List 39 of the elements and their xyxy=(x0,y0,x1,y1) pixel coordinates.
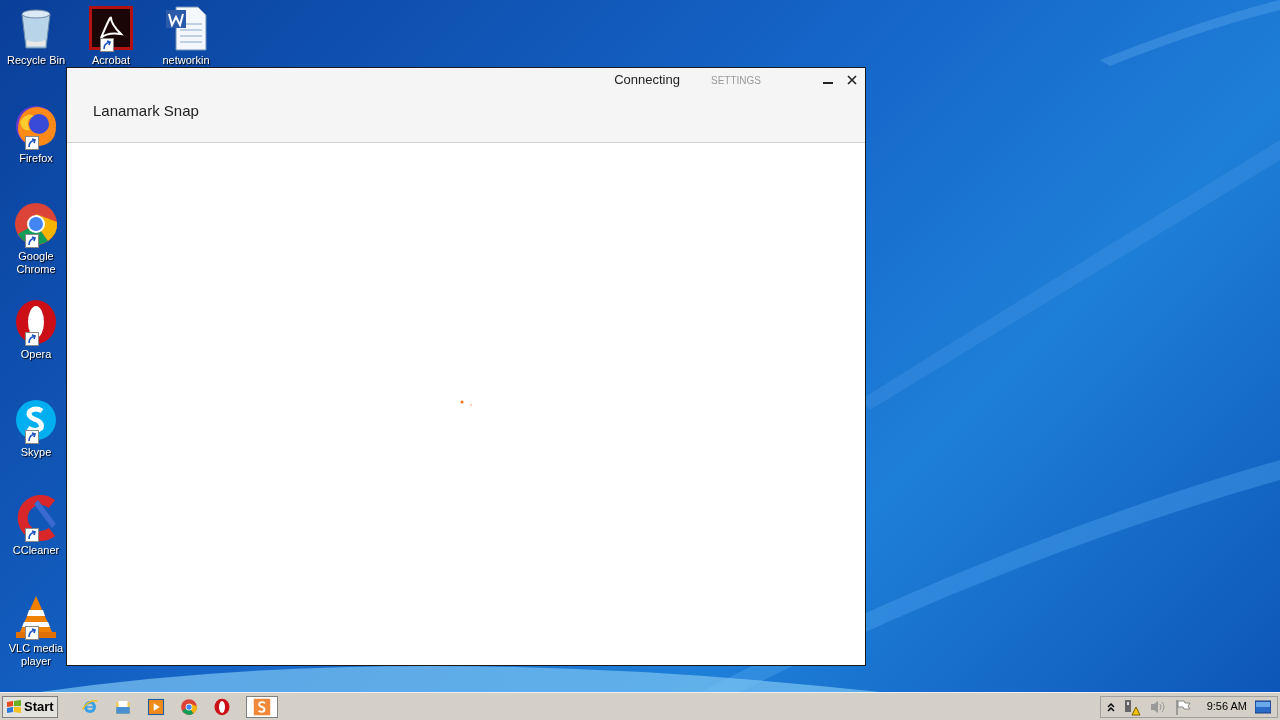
shortcut-arrow-icon xyxy=(25,234,39,248)
connection-status: Connecting xyxy=(614,71,680,90)
windows-logo-icon xyxy=(6,698,22,715)
icon-label: networkin xyxy=(161,54,211,67)
app-logo-icon xyxy=(146,697,165,716)
icon-label: Recycle Bin xyxy=(5,54,67,67)
taskbar-app-icon[interactable] xyxy=(178,696,199,717)
app-logo-icon xyxy=(179,697,198,716)
icon-label: Firefox xyxy=(18,152,54,165)
app-logo-icon xyxy=(87,4,135,52)
chevron-up-icon[interactable] xyxy=(1106,701,1115,712)
taskbar-app-icon[interactable] xyxy=(145,696,166,717)
icon-label: VLC media player xyxy=(7,642,65,668)
desktop-shortcut-icon[interactable] xyxy=(87,4,135,52)
start-button[interactable]: Start xyxy=(2,695,58,718)
show-desktop-icon[interactable] xyxy=(1255,699,1271,714)
network-warning-icon[interactable] xyxy=(1122,697,1141,716)
loading-spinner-icon xyxy=(460,400,474,408)
taskbar-window-button[interactable] xyxy=(245,695,278,718)
app-logo-icon xyxy=(80,697,99,716)
app-logo-icon xyxy=(252,697,271,716)
shortcut-arrow-icon xyxy=(25,528,39,542)
flag-icon[interactable] xyxy=(1174,698,1191,715)
clock[interactable]: 9:56 AM xyxy=(1206,698,1247,715)
shortcut-arrow-icon xyxy=(25,626,39,640)
icon-label: Skype xyxy=(19,446,53,459)
app-logo-icon xyxy=(212,697,231,716)
icon-label: Acrobat xyxy=(91,54,131,67)
shortcut-arrow-icon xyxy=(100,38,114,52)
icon-label: Opera xyxy=(19,348,53,361)
app-logo-icon xyxy=(12,200,60,248)
icon-label: Google Chrome xyxy=(15,250,57,276)
icon-label: CCleaner xyxy=(11,544,61,557)
shortcut-arrow-icon xyxy=(25,332,39,346)
shortcut-arrow-icon xyxy=(25,136,39,150)
close-icon[interactable] xyxy=(847,75,857,85)
desktop-shortcut-icon[interactable] xyxy=(12,200,60,248)
app-title: Lanamark Snap xyxy=(93,101,200,121)
shortcut-arrow-icon xyxy=(25,430,39,444)
